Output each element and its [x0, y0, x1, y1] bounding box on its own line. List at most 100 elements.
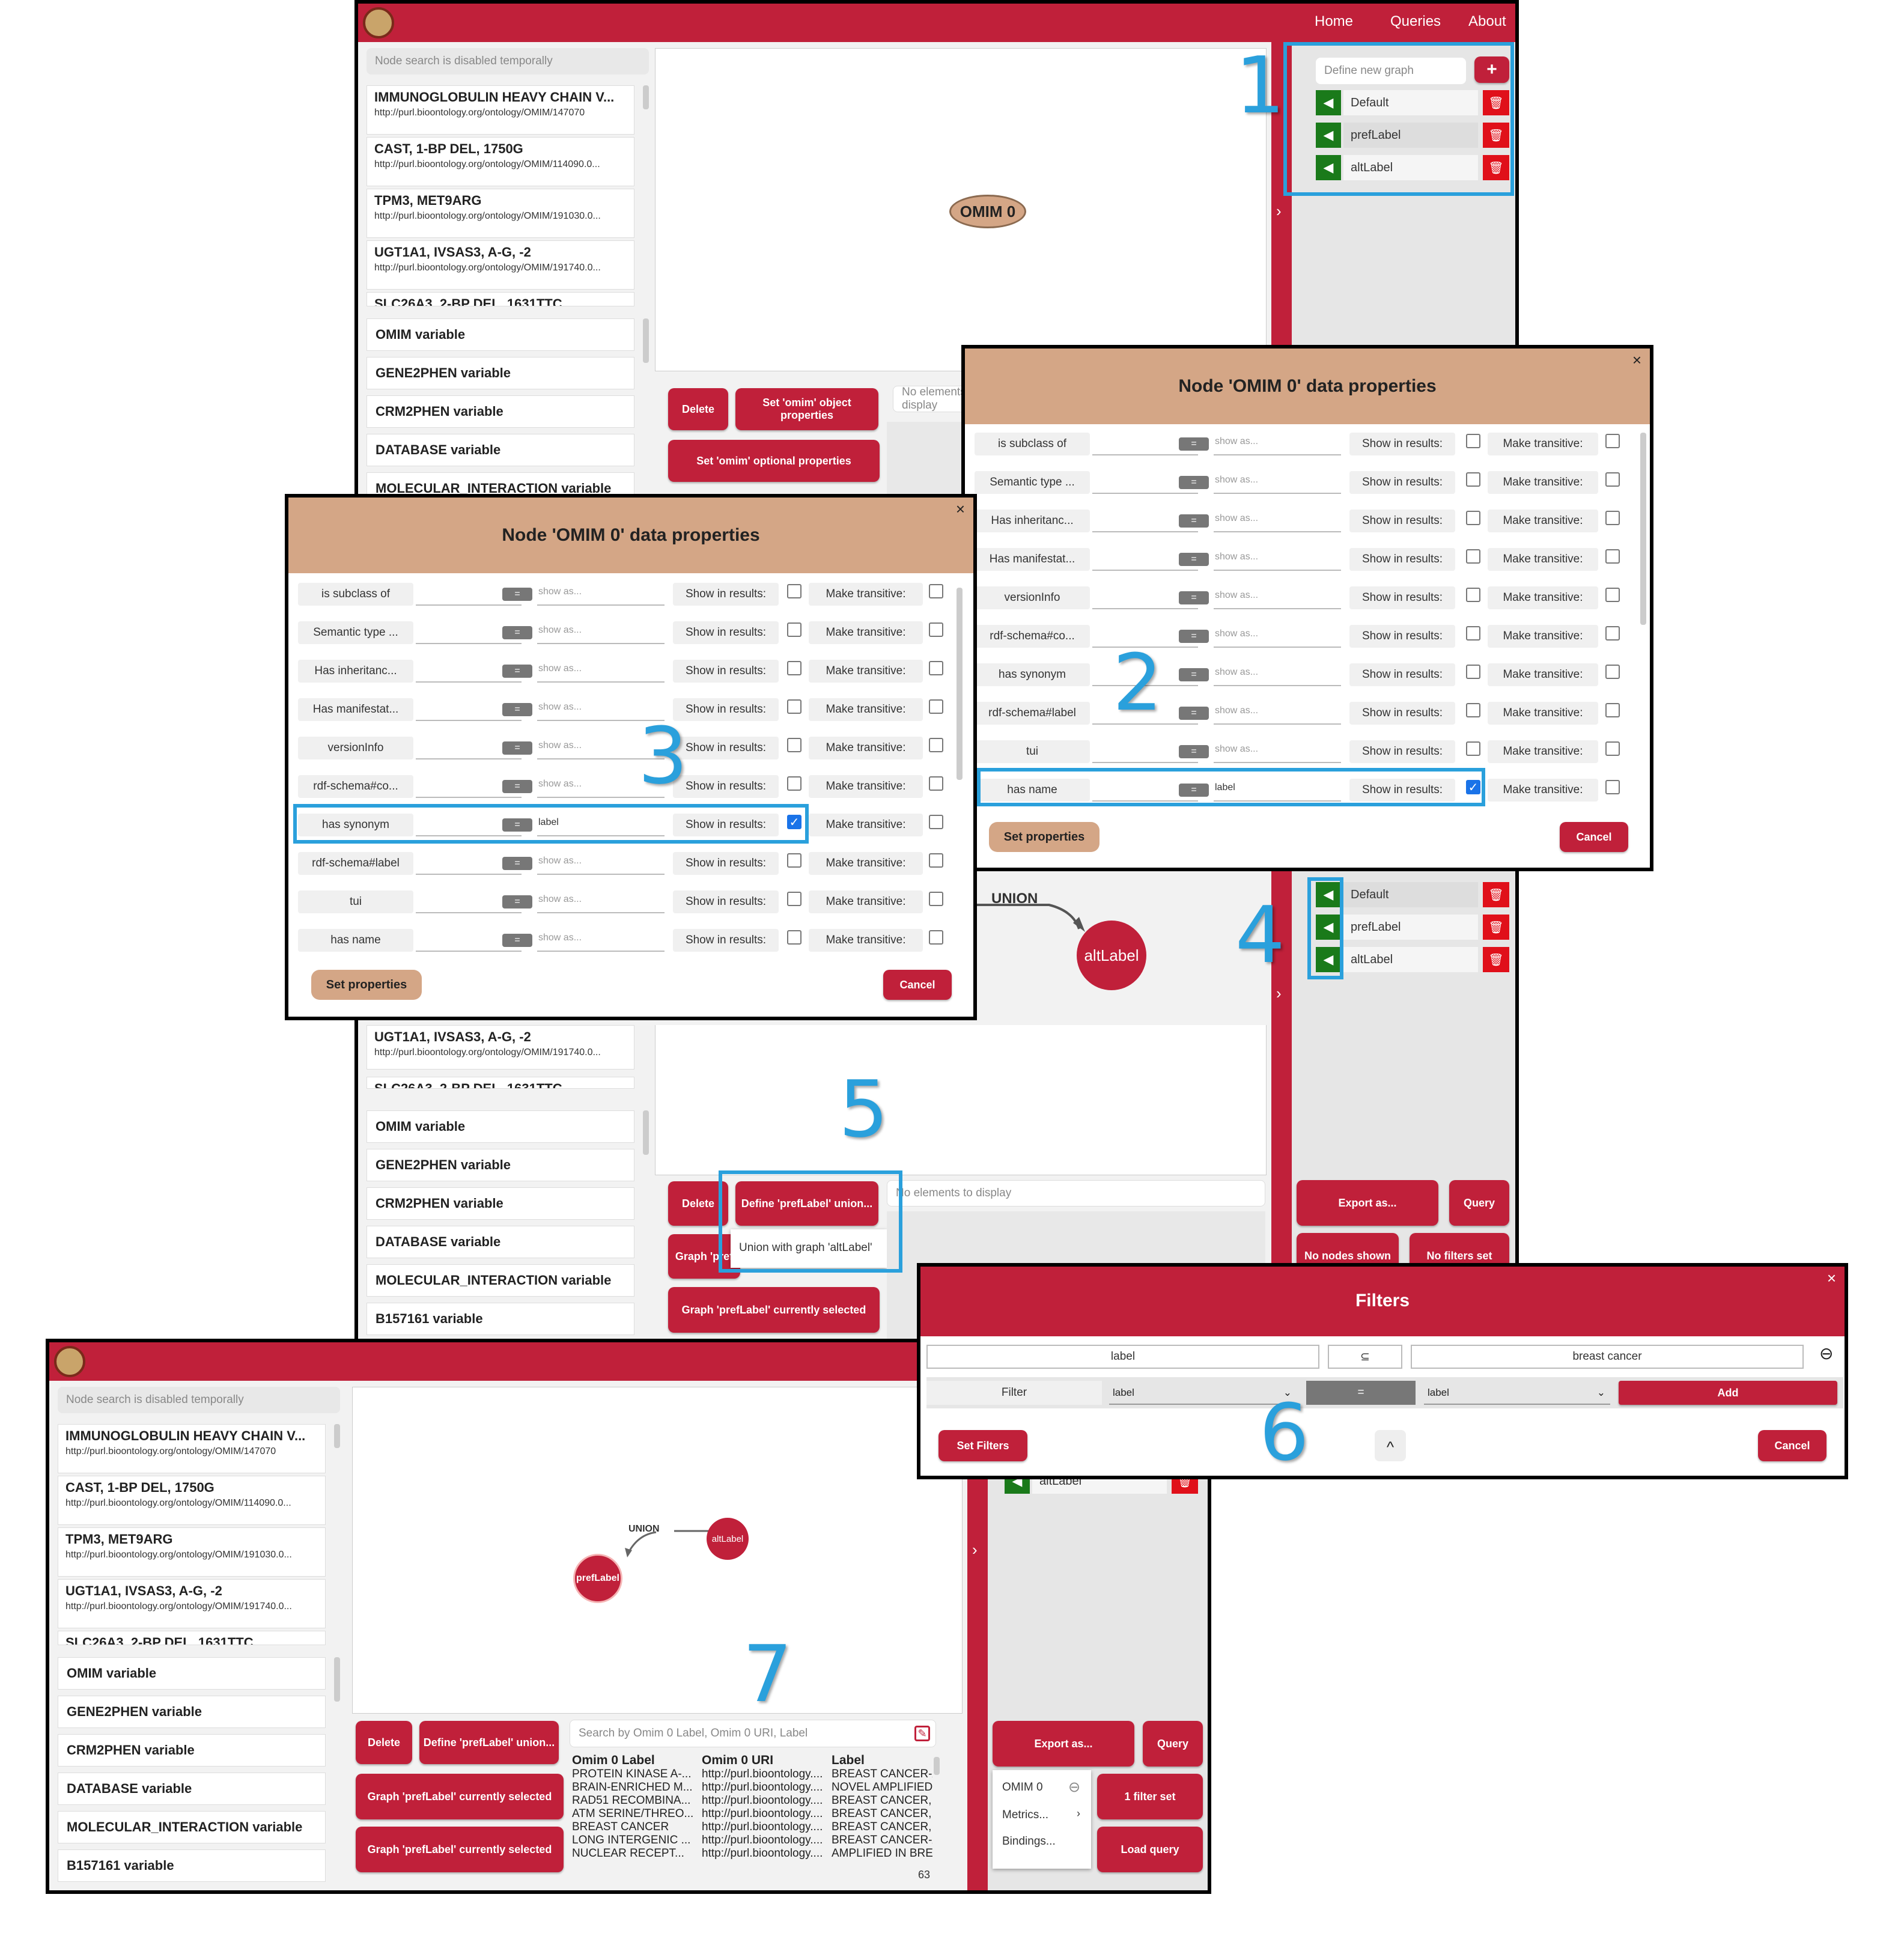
show-in-results-checkbox[interactable]: [1466, 741, 1480, 756]
query-button[interactable]: Query: [1143, 1721, 1203, 1767]
make-transitive-checkbox[interactable]: [929, 815, 943, 829]
show-in-results-checkbox[interactable]: [787, 738, 801, 752]
make-transitive-checkbox[interactable]: [1605, 511, 1620, 525]
make-transitive-checkbox[interactable]: [1605, 665, 1620, 679]
make-transitive-checkbox[interactable]: [929, 892, 943, 906]
close-icon[interactable]: ×: [956, 500, 965, 519]
make-transitive-checkbox[interactable]: [929, 853, 943, 868]
result-card[interactable]: SLC26A3, 2-BP DEL, 1631TTC: [367, 292, 634, 306]
remove-filter-icon[interactable]: ⊖: [1819, 1344, 1833, 1363]
result-card[interactable]: TPM3, MET9ARG http://purl.bioontology.org…: [367, 189, 634, 238]
show-as-input[interactable]: show as...: [1215, 705, 1258, 716]
equals-button[interactable]: =: [502, 934, 532, 947]
filter-operator-field[interactable]: ⊆: [1328, 1345, 1402, 1369]
show-in-results-checkbox[interactable]: [787, 584, 801, 598]
node-search-input[interactable]: Node search is disabled temporally: [367, 48, 649, 75]
make-transitive-checkbox[interactable]: [1605, 780, 1620, 794]
show-in-results-checkbox[interactable]: [1466, 665, 1480, 679]
make-transitive-checkbox[interactable]: [929, 738, 943, 752]
show-as-input[interactable]: show as...: [1215, 552, 1258, 562]
set-optional-properties-button[interactable]: Set 'omim' optional properties: [668, 440, 880, 482]
show-as-input[interactable]: show as...: [1215, 667, 1258, 678]
results-search-input[interactable]: No elements to display: [887, 1180, 1265, 1207]
show-as-input[interactable]: show as...: [538, 702, 582, 713]
equals-button[interactable]: =: [1179, 745, 1209, 758]
nav-queries[interactable]: Queries: [1390, 13, 1441, 30]
show-as-input[interactable]: show as...: [538, 586, 582, 597]
modal-scrollbar[interactable]: [1640, 433, 1646, 625]
cancel-button[interactable]: Cancel: [1758, 1430, 1826, 1461]
sidebar-toggle-icon[interactable]: ›: [972, 1541, 978, 1559]
modal-scrollbar[interactable]: [957, 588, 963, 780]
trash-icon[interactable]: 🗑: [1483, 947, 1509, 972]
show-as-input[interactable]: show as...: [538, 856, 582, 866]
nav-about[interactable]: About: [1468, 13, 1506, 30]
add-filter-button[interactable]: Add: [1619, 1381, 1837, 1405]
make-transitive-checkbox[interactable]: [1605, 434, 1620, 448]
result-card[interactable]: UGT1A1, IVSAS3, A-G, -2 http://purl.bioon…: [58, 1579, 326, 1628]
export-button[interactable]: Export as...: [1297, 1180, 1438, 1226]
equals-button[interactable]: =: [502, 857, 532, 870]
define-union-button[interactable]: Define 'prefLabel' union...: [419, 1721, 559, 1764]
trash-icon[interactable]: 🗑: [1483, 882, 1509, 907]
equals-button[interactable]: =: [1179, 707, 1209, 720]
menu-item-bindings[interactable]: Bindings...: [1002, 1835, 1056, 1848]
show-in-results-checkbox[interactable]: [787, 776, 801, 791]
show-in-results-checkbox[interactable]: [1466, 626, 1480, 641]
make-transitive-checkbox[interactable]: [1605, 703, 1620, 717]
graph-selected-button[interactable]: Graph 'prefLabel' currently selected: [356, 1774, 564, 1819]
show-in-results-checkbox[interactable]: [1466, 511, 1480, 525]
equals-button[interactable]: =: [1179, 668, 1209, 681]
equals-button[interactable]: =: [502, 895, 532, 908]
table-row[interactable]: PROTEIN KINASE A-... http://purl.bioontol…: [572, 1768, 932, 1781]
filter-eq-button[interactable]: =: [1306, 1381, 1416, 1405]
make-transitive-checkbox[interactable]: [929, 930, 943, 945]
variable-item[interactable]: GENE2PHEN variable: [58, 1696, 326, 1728]
variable-item[interactable]: B157161 variable: [367, 1303, 634, 1335]
menu-item-metrics[interactable]: Metrics...: [1002, 1809, 1048, 1822]
make-transitive-checkbox[interactable]: [929, 584, 943, 598]
results-scrollbar[interactable]: [334, 1424, 340, 1448]
filter-set-button[interactable]: 1 filter set: [1097, 1774, 1203, 1819]
equals-button[interactable]: =: [1179, 437, 1209, 451]
result-card[interactable]: SLC26A3, 2-BP DEL, 1631TTC: [367, 1077, 634, 1089]
close-icon[interactable]: ×: [1827, 1269, 1836, 1288]
equals-button[interactable]: =: [502, 665, 532, 678]
show-as-input[interactable]: show as...: [1215, 436, 1258, 447]
variable-item[interactable]: B157161 variable: [58, 1849, 326, 1882]
variable-item[interactable]: OMIM variable: [367, 318, 634, 351]
show-in-results-checkbox[interactable]: [787, 699, 801, 714]
variable-item[interactable]: OMIM variable: [367, 1110, 634, 1143]
result-card[interactable]: TPM3, MET9ARG http://purl.bioontology.org…: [58, 1527, 326, 1577]
variable-item[interactable]: DATABASE variable: [367, 434, 634, 466]
show-in-results-checkbox[interactable]: [787, 853, 801, 868]
show-as-input[interactable]: show as...: [1215, 590, 1258, 601]
result-card[interactable]: SLC26A3, 2-BP DEL, 1631TTC: [58, 1631, 326, 1645]
column-header[interactable]: Omim 0 URI: [702, 1753, 832, 1768]
graph-node-omim0[interactable]: OMIM 0: [949, 195, 1026, 228]
filter-select-2[interactable]: label ⌄: [1424, 1383, 1610, 1405]
variables-scrollbar[interactable]: [643, 318, 649, 363]
remove-icon[interactable]: ⊖: [1068, 1779, 1080, 1796]
variable-item[interactable]: DATABASE variable: [367, 1226, 634, 1258]
collapse-icon[interactable]: ^: [1375, 1430, 1406, 1461]
graph-node-preflabel[interactable]: prefLabel: [573, 1554, 622, 1603]
show-as-input[interactable]: show as...: [538, 933, 582, 943]
variable-item[interactable]: CRM2PHEN variable: [367, 395, 634, 428]
equals-button[interactable]: =: [1179, 553, 1209, 566]
column-header[interactable]: Label: [832, 1753, 932, 1768]
export-button[interactable]: Export as...: [993, 1721, 1134, 1767]
equals-button[interactable]: =: [1179, 476, 1209, 489]
equals-button[interactable]: =: [502, 780, 532, 793]
set-properties-button[interactable]: Set properties: [311, 970, 422, 1000]
table-row[interactable]: RAD51 RECOMBINA... http://purl.bioontolog…: [572, 1794, 932, 1807]
show-in-results-checkbox[interactable]: [1466, 434, 1480, 448]
sidebar-toggle-icon[interactable]: ›: [1276, 202, 1282, 221]
show-as-input[interactable]: show as...: [538, 779, 582, 790]
edit-icon[interactable]: ✎: [914, 1726, 930, 1741]
result-card[interactable]: UGT1A1, IVSAS3, A-G, -2 http://purl.bioon…: [367, 1025, 634, 1070]
graph-row[interactable]: ◀ Default 🗑: [1316, 882, 1509, 907]
make-transitive-checkbox[interactable]: [929, 776, 943, 791]
table-row[interactable]: ATM SERINE/THREO... http://purl.bioontolo…: [572, 1807, 932, 1821]
equals-button[interactable]: =: [502, 741, 532, 755]
